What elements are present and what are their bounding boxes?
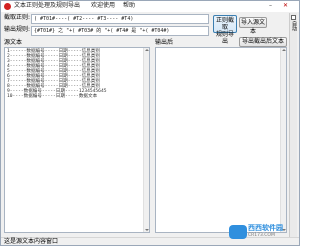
scroll-up-icon[interactable] <box>145 49 149 51</box>
watermark-name: 西西软件园 <box>248 224 283 232</box>
output-label: 输出规则: <box>4 26 31 33</box>
app-window: 文本正则处理及规则导出 欢迎使用 帮助 – ✕ 截取正则: ( #T01#---… <box>0 0 300 246</box>
scroll-up-icon[interactable] <box>282 49 286 51</box>
watermark: 西西软件园 CR173.COM <box>229 223 299 243</box>
export-result-button[interactable]: 导出截出后文本 <box>239 37 287 47</box>
scroll-down-icon[interactable] <box>145 229 149 231</box>
title-bar: 文本正则处理及规则导出 欢迎使用 帮助 – ✕ <box>1 1 299 12</box>
menu-welcome[interactable]: 欢迎使用 <box>91 2 115 10</box>
output-rule-input[interactable]: {#T01#} 之 "+( #T03# 的 "+( #T4# 是 "+( #T0… <box>31 26 209 36</box>
result-pane-label: 输出后 <box>155 39 174 46</box>
menu-help[interactable]: 帮助 <box>123 2 135 10</box>
split-label: 截取正则: <box>4 14 31 21</box>
regex-export-button[interactable]: 正则截取 规则导出 <box>213 15 237 45</box>
import-source-button[interactable]: 导入源文本 <box>239 17 267 35</box>
result-scrollbar[interactable] <box>280 48 286 232</box>
source-scrollbar[interactable] <box>143 48 149 232</box>
watermark-logo-icon <box>229 225 247 239</box>
auto-checkbox[interactable] <box>291 15 296 20</box>
watermark-url: CR173.COM <box>248 233 275 238</box>
split-regex-input[interactable]: ( #T01#----( #T2---- #T3---- #T4) <box>31 14 209 24</box>
app-icon <box>4 3 11 10</box>
window-title: 文本正则处理及规则导出 <box>14 2 81 9</box>
source-textarea[interactable]: 1------数据编号-----日期-----信息类别 2------数据编号-… <box>4 47 150 233</box>
result-textarea[interactable] <box>155 47 287 233</box>
auto-tab-label[interactable]: 自动 <box>291 21 297 31</box>
source-line: 10----数据编号-----日期-----数据文本 <box>7 94 98 99</box>
minimize-icon[interactable]: – <box>265 2 276 10</box>
status-text: 这是源文本内容窗口 <box>4 238 59 245</box>
side-panel: 自动 <box>289 13 297 241</box>
source-pane-label: 源文本 <box>4 39 23 46</box>
close-icon[interactable]: ✕ <box>280 2 291 10</box>
